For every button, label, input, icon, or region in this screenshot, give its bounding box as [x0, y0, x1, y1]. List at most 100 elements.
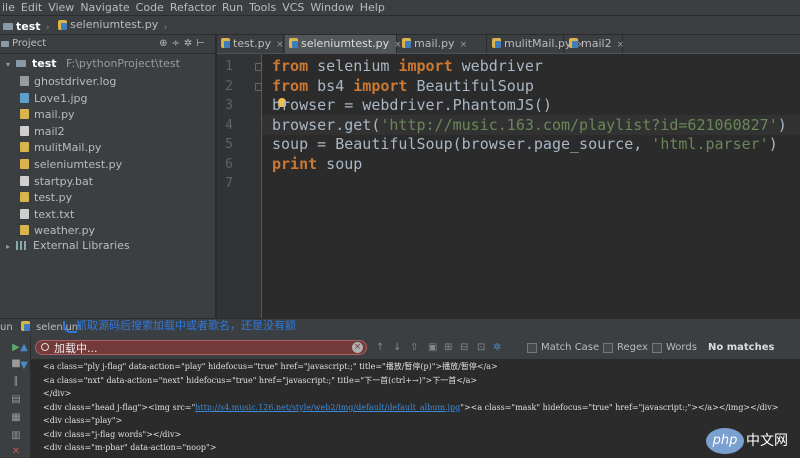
search-field[interactable]: × — [35, 340, 367, 355]
code-line: browser = webdriver.PhantomJS() — [272, 96, 552, 116]
menu-item[interactable]: Refactor — [170, 1, 216, 14]
menu-item[interactable]: VCS — [282, 1, 304, 14]
search-input[interactable] — [54, 341, 344, 354]
close-tab-icon[interactable]: × — [276, 40, 284, 50]
editor-tab[interactable]: mail.py × — [398, 35, 487, 53]
expand-arrow-icon[interactable]: ▸ — [6, 242, 10, 251]
layout-icon[interactable]: ▤ — [11, 395, 21, 405]
tree-file-item[interactable]: mail2 — [20, 124, 122, 141]
tree-file-label: mail.py — [34, 108, 75, 122]
menu-item[interactable]: Window — [310, 1, 353, 14]
find-bar: × ↑ ↓ ⇧ ▣ ⊞ ⊟ ⊡ ✲ Match Case Regex Words… — [31, 337, 800, 360]
filter-icon[interactable]: ⊡ — [477, 342, 485, 354]
close-tab-icon[interactable]: × — [617, 40, 625, 50]
words-checkbox[interactable] — [652, 343, 662, 353]
select-all-icon[interactable]: ▣ — [428, 342, 437, 354]
menu-item[interactable]: ile — [2, 1, 15, 14]
match-case-label: Match Case — [541, 342, 600, 353]
sync-icon[interactable]: ⊕ — [159, 38, 171, 49]
text-file-icon — [20, 125, 29, 136]
close-icon[interactable]: ✕ — [11, 447, 21, 457]
up-arrow-icon[interactable]: ▲ — [19, 343, 29, 353]
code-token: ) — [768, 135, 778, 153]
console-line: <div class="play"> — [43, 415, 122, 427]
editor-tab[interactable]: test.py × — [217, 35, 284, 53]
code-editor[interactable]: from selenium import webdriver from bs4 i… — [262, 54, 800, 318]
breadcrumb-separator: › — [163, 23, 168, 33]
menu-item[interactable]: View — [48, 1, 74, 14]
line-number: 3 — [225, 98, 233, 113]
project-panel-title[interactable]: Project — [12, 35, 46, 53]
tree-file-item[interactable]: seleniumtest.py — [20, 157, 122, 174]
menu-item[interactable]: Navigate — [80, 1, 129, 14]
console-text: <a class="ply j-flag" data-action="play"… — [43, 362, 498, 371]
close-tab-icon[interactable]: × — [460, 40, 468, 50]
match-case-checkbox[interactable] — [527, 343, 537, 353]
print-icon[interactable]: ▦ — [11, 413, 21, 423]
console-output[interactable]: <a class="ply j-flag" data-action="play"… — [31, 360, 800, 458]
words-label: Words — [666, 342, 697, 353]
code-line: from selenium import webdriver — [272, 57, 543, 77]
breadcrumb-project[interactable]: test — [3, 18, 41, 36]
regex-checkbox[interactable] — [603, 343, 613, 353]
python-file-icon — [20, 109, 29, 120]
code-token: webdriver — [452, 57, 543, 75]
filter-icon[interactable]: ⊞ — [444, 342, 452, 354]
menu-bar: ile Edit View Navigate Code Refactor Run Tools V… — [0, 0, 800, 16]
python-file-icon — [20, 321, 30, 331]
expand-arrow-icon[interactable]: ▾ — [6, 60, 10, 69]
tree-file-item[interactable]: mail.py — [20, 107, 122, 124]
run-panel-label[interactable]: un — [0, 322, 13, 333]
tab-label: mail2 — [581, 37, 612, 50]
editor-tab[interactable]: mail2 × — [565, 35, 625, 53]
code-token: soup = BeautifulSoup(browser.page_source… — [272, 135, 652, 153]
filter-icon[interactable]: ⊟ — [460, 342, 468, 354]
tree-file-item[interactable]: test.py — [20, 190, 122, 207]
tree-file-item[interactable]: startpy.bat — [20, 174, 122, 191]
code-token: from — [272, 76, 309, 95]
console-line: </div> — [43, 388, 71, 400]
console-line: <div class="head j-flag"><img src="http:… — [43, 402, 778, 414]
menu-item[interactable]: Code — [136, 1, 164, 14]
tree-root-item[interactable]: ▾ test F:\pythonProject\test — [6, 56, 180, 72]
menu-item[interactable]: Help — [360, 1, 385, 14]
pause-icon[interactable]: ∥ — [11, 377, 21, 387]
previous-match-icon[interactable]: ↑ — [376, 342, 384, 354]
fold-marker-icon[interactable] — [255, 82, 262, 91]
find-all-icon[interactable]: ⇧ — [410, 342, 418, 354]
breadcrumb: test › seleniumtest.py › — [0, 16, 800, 35]
editor-tab[interactable]: mulitMail.py × — [488, 35, 584, 53]
next-match-icon[interactable]: ↓ — [393, 342, 401, 354]
line-number: 4 — [225, 117, 233, 133]
external-libraries-item[interactable]: ▸ External Libraries — [6, 238, 130, 254]
menu-item[interactable]: Run — [222, 1, 243, 14]
code-token: 'http://music.163.com/playlist?id=621060… — [380, 115, 778, 134]
console-text: <div class="play"> — [43, 416, 123, 425]
python-file-icon — [20, 192, 29, 203]
python-file-icon — [58, 20, 68, 30]
tree-file-label: mulitMail.py — [34, 141, 102, 155]
menu-item[interactable]: Tools — [249, 1, 276, 14]
hide-icon[interactable]: ⊢ — [196, 38, 209, 49]
menu-item[interactable]: Edit — [21, 1, 42, 14]
tree-file-item[interactable]: ghostdriver.log — [20, 74, 122, 91]
python-file-icon — [20, 142, 29, 153]
clear-icon[interactable]: × — [352, 342, 363, 353]
trash-icon[interactable]: ▥ — [11, 431, 21, 441]
settings-icon[interactable]: ✲ — [493, 342, 501, 354]
tree-file-label: ghostdriver.log — [34, 75, 117, 88]
down-arrow-icon[interactable]: ▼ — [19, 361, 29, 371]
fold-marker-icon[interactable] — [255, 63, 262, 71]
collapse-icon[interactable]: ÷ — [172, 38, 184, 49]
tree-file-item[interactable]: Love1.jpg — [20, 91, 122, 108]
gear-icon[interactable]: ✲ — [184, 38, 196, 49]
tree-file-item[interactable]: text.txt — [20, 207, 122, 224]
python-file-icon — [221, 38, 230, 48]
tree-file-label: text.txt — [34, 207, 75, 221]
tree-file-label: weather.py — [34, 224, 96, 238]
breadcrumb-file[interactable]: seleniumtest.py — [58, 16, 158, 34]
python-file-icon — [289, 38, 298, 48]
editor-tab[interactable]: seleniumtest.py × — [285, 35, 402, 53]
tree-file-item[interactable]: mulitMail.py — [20, 140, 122, 157]
console-link[interactable]: http://s4.music.126.net/style/web2/img/d… — [195, 403, 460, 412]
